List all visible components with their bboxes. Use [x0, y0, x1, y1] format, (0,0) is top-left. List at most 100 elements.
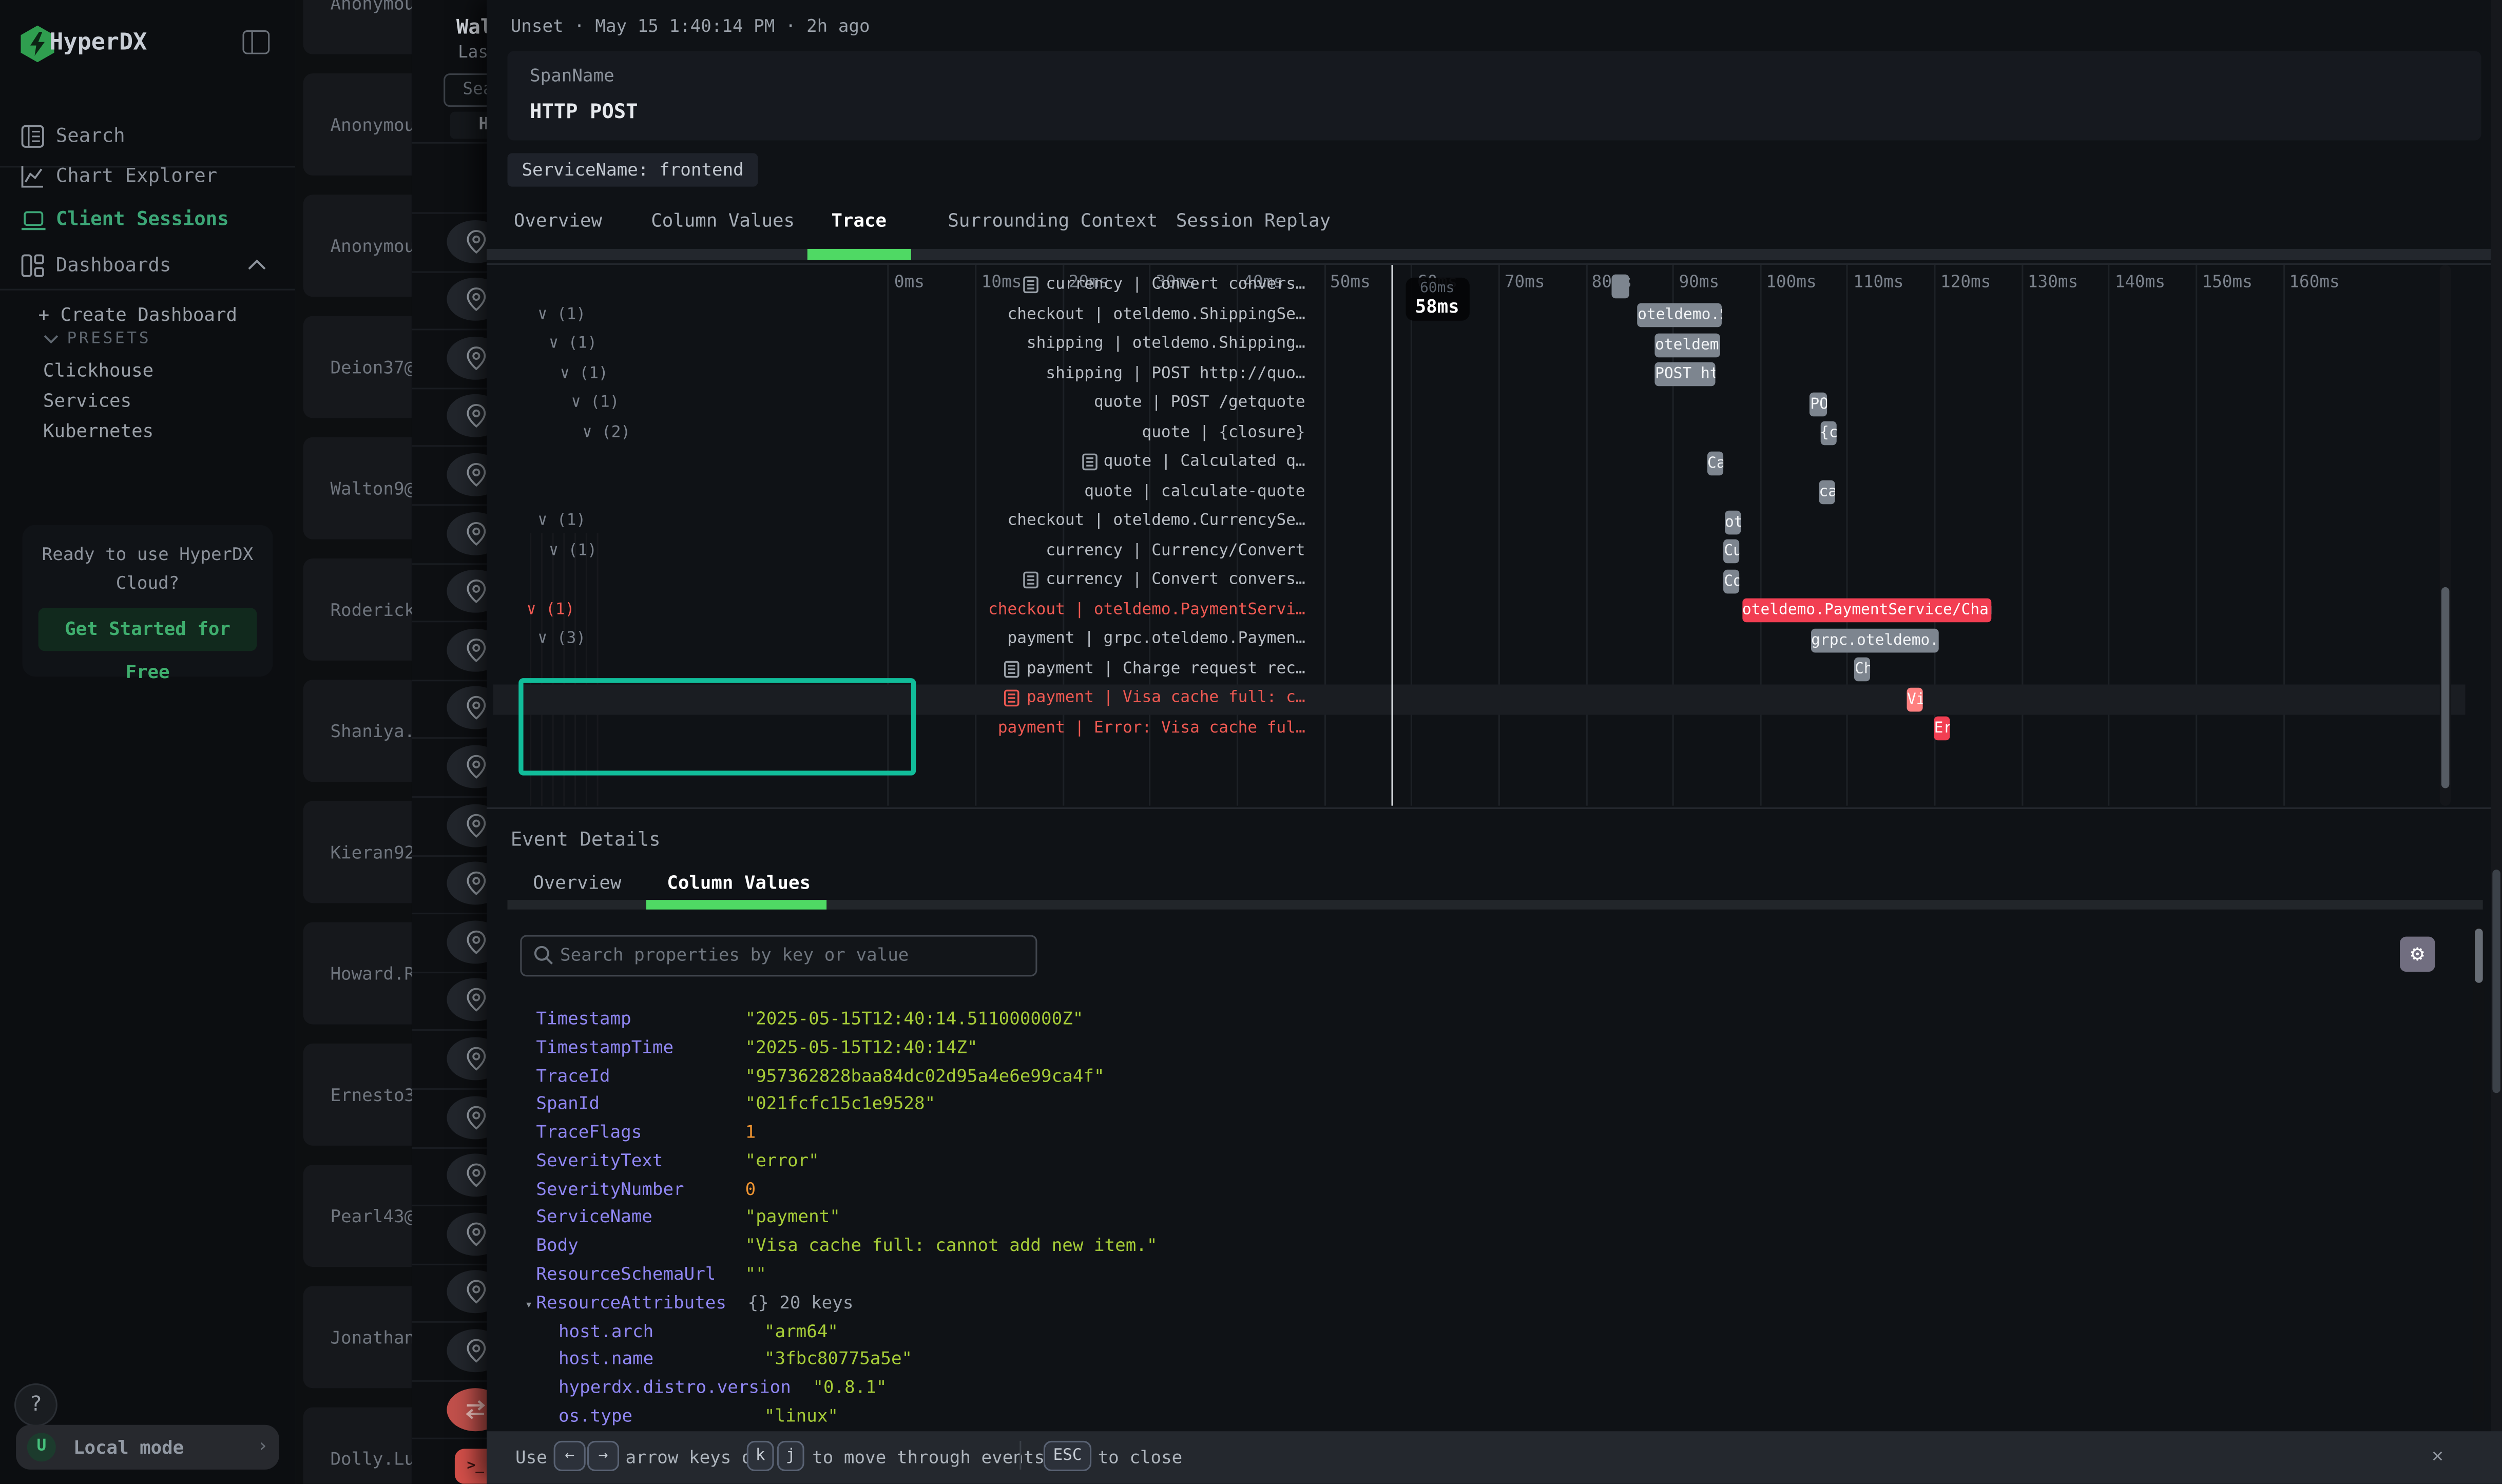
create-dashboard-button[interactable]: + Create Dashboard	[39, 303, 237, 326]
span-bar[interactable]: Currency/	[1724, 540, 1740, 564]
sidebar-item-services[interactable]: Services	[43, 389, 131, 412]
navigation-event-button[interactable]	[447, 1387, 487, 1431]
span-bar[interactable]: oteldemo.S	[1655, 333, 1720, 357]
location-pin-button[interactable]	[447, 745, 487, 788]
session-card[interactable]: Howard.Run	[303, 922, 412, 1025]
tab-ed-overview[interactable]: Overview	[533, 871, 621, 894]
session-card[interactable]: Dolly.Lubo	[303, 1408, 412, 1484]
expand-chevron[interactable]: ∨ (1)	[527, 601, 575, 619]
location-pin-button[interactable]	[447, 628, 487, 671]
sidebar-item-client-sessions[interactable]: Client Sessions	[56, 207, 229, 230]
property-search-input[interactable]: Search properties by key or value	[520, 935, 1037, 977]
properties-scrollbar[interactable]	[2473, 926, 2485, 1423]
modal-scrollbar[interactable]	[2491, 0, 2502, 1484]
chevron-up-icon[interactable]	[247, 259, 266, 272]
location-pin-button[interactable]	[447, 862, 487, 905]
trace-row[interactable]: quote | Calculated q…	[487, 449, 2438, 478]
location-pin-button[interactable]	[447, 1037, 487, 1080]
trace-row[interactable]: ∨ (1)checkout | oteldemo.CurrencySe…	[487, 508, 2438, 537]
expand-chevron[interactable]: ∨ (1)	[560, 365, 608, 382]
log-marker[interactable]: Error	[1934, 717, 1950, 741]
session-card[interactable]: Jonathan.B	[303, 1286, 412, 1388]
get-started-button[interactable]: Get Started for Free	[39, 608, 257, 651]
session-card[interactable]: Anonymous	[303, 73, 412, 176]
location-pin-button[interactable]	[447, 395, 487, 438]
location-pin-button[interactable]	[447, 570, 487, 613]
location-pin-button[interactable]	[447, 687, 487, 730]
tab-session-replay[interactable]: Session Replay	[1176, 209, 1331, 232]
location-pin-button[interactable]	[447, 511, 487, 554]
session-search-input[interactable]: Sea	[444, 73, 487, 107]
help-button[interactable]: ?	[14, 1383, 57, 1427]
session-card[interactable]: Anonymous	[303, 0, 412, 54]
span-bar[interactable]: {closure}	[1820, 422, 1836, 446]
close-icon[interactable]: ✕	[2432, 1444, 2443, 1467]
expand-chevron[interactable]: ∨ (1)	[549, 542, 597, 560]
location-pin-button[interactable]	[447, 1095, 487, 1139]
service-name-badge[interactable]: ServiceName: frontend	[507, 153, 758, 186]
session-card[interactable]: Walton9@ho	[303, 437, 412, 539]
location-pin-button[interactable]	[447, 978, 487, 1022]
location-pin-button[interactable]	[447, 1329, 487, 1372]
expand-chevron[interactable]: ∨ (2)	[583, 424, 631, 441]
session-card[interactable]: Deion37@gm	[303, 316, 412, 418]
trace-row[interactable]: ∨ (1)currency | Currency/Convert	[487, 537, 2438, 567]
log-marker[interactable]: Convert	[1724, 569, 1740, 593]
session-card[interactable]: Kieran92@h	[303, 801, 412, 903]
span-bar[interactable]: grpc.oteldemo.	[1811, 628, 1938, 652]
trace-row[interactable]: ∨ (1)quote | POST /getquote	[487, 390, 2438, 419]
collapse-sidebar-icon[interactable]	[242, 30, 270, 54]
span-bar[interactable]: POST htt	[1655, 363, 1716, 387]
session-card[interactable]: Roderick_S	[303, 558, 412, 661]
trace-row[interactable]: quote | calculate-quote	[487, 478, 2438, 508]
trace-row[interactable]: ∨ (1)checkout | oteldemo.PaymentServi…	[487, 596, 2438, 626]
tab-column-values[interactable]: Column Values	[651, 209, 795, 232]
log-marker[interactable]: Calculated	[1707, 451, 1723, 475]
trace-row[interactable]: ∨ (3)payment | grpc.oteldemo.Paymen…	[487, 626, 2438, 656]
sidebar-item-clickhouse[interactable]: Clickhouse	[43, 359, 153, 381]
expand-chevron[interactable]: ∨ (1)	[571, 395, 620, 412]
session-card[interactable]: Ernesto33@	[303, 1044, 412, 1146]
span-bar[interactable]: oteldemo.PaymentService/Char	[1742, 599, 1992, 623]
log-marker[interactable]: Charge	[1855, 658, 1871, 682]
location-pin-button[interactable]	[447, 1154, 487, 1197]
sidebar-item-chart-explorer[interactable]: Chart Explorer	[56, 164, 217, 187]
trace-row[interactable]: ∨ (1)shipping | POST http://quo…	[487, 360, 2438, 390]
trace-row[interactable]: ∨ (2)quote | {closure}	[487, 419, 2438, 449]
collapse-toggle-icon[interactable]: ▾	[525, 1297, 533, 1311]
span-bar[interactable]: calculate-quote	[1819, 481, 1835, 505]
chevron-down-icon[interactable]	[43, 334, 59, 345]
sidebar-item-search[interactable]: Search	[56, 124, 125, 147]
session-card[interactable]: Pearl43@ho	[303, 1165, 412, 1267]
location-pin-button[interactable]	[447, 1270, 487, 1314]
trace-scrollbar[interactable]	[2440, 265, 2451, 806]
location-pin-button[interactable]	[447, 219, 487, 262]
tab-overview[interactable]: Overview	[514, 209, 602, 232]
expand-chevron[interactable]: ∨ (1)	[538, 513, 586, 530]
location-pin-button[interactable]	[447, 453, 487, 496]
log-marker[interactable]	[1611, 274, 1629, 298]
session-card[interactable]: Shaniya.Sc	[303, 680, 412, 782]
tab-ed-column-values[interactable]: Column Values	[667, 871, 811, 894]
console-error-button[interactable]: >_	[455, 1449, 487, 1483]
location-pin-button[interactable]	[447, 336, 487, 379]
session-filter-chip[interactable]: H	[450, 112, 487, 139]
sidebar-item-dashboards[interactable]: Dashboards	[56, 254, 171, 276]
tab-surrounding-context[interactable]: Surrounding Context	[948, 209, 1158, 232]
session-card[interactable]: Anonymous	[303, 195, 412, 297]
expand-chevron[interactable]: ∨ (1)	[538, 306, 586, 323]
trace-row[interactable]: currency | Convert convers…	[487, 567, 2438, 596]
location-pin-button[interactable]	[447, 803, 487, 846]
sidebar-item-kubernetes[interactable]: Kubernetes	[43, 420, 153, 442]
span-bar[interactable]: POST /getquote	[1810, 392, 1826, 416]
location-pin-button[interactable]	[447, 1212, 487, 1255]
log-marker[interactable]: Visa	[1907, 687, 1923, 711]
gear-icon[interactable]: ⚙	[2400, 937, 2435, 972]
location-pin-button[interactable]	[447, 278, 487, 321]
span-bar[interactable]: oteldemo.C	[1725, 510, 1741, 534]
span-bar[interactable]: oteldemo.Sh	[1638, 304, 1722, 328]
expand-chevron[interactable]: ∨ (3)	[538, 631, 586, 648]
expand-chevron[interactable]: ∨ (1)	[549, 336, 597, 353]
local-mode-menu[interactable]: U Local mode ›	[16, 1425, 279, 1470]
trace-row[interactable]: ∨ (1)shipping | oteldemo.Shipping…	[487, 331, 2438, 360]
